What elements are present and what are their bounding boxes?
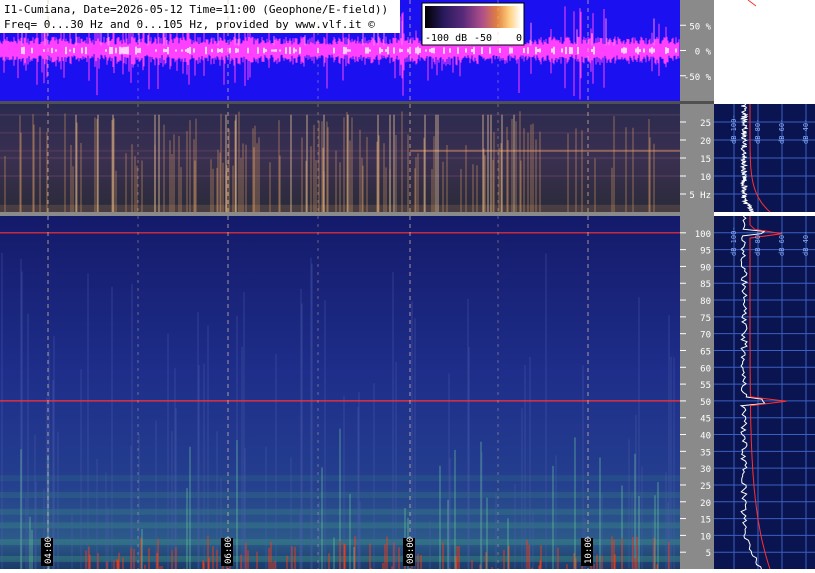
hf-tick-label: 100 bbox=[695, 230, 711, 240]
low-frequency-spectrogram bbox=[0, 104, 680, 215]
hf-tick-label: 90 bbox=[700, 263, 711, 273]
hf-tick-label: 10 bbox=[700, 532, 711, 542]
hf-tick-label: 20 bbox=[700, 499, 711, 509]
time-label-text: 04:00 bbox=[44, 537, 54, 564]
time-label-0: 04:00 bbox=[41, 537, 54, 566]
hf-tick-label: 15 bbox=[700, 516, 711, 526]
lf-tick-label: 20 bbox=[700, 137, 711, 147]
hf-tick-label: 50 bbox=[700, 398, 711, 408]
time-label-3: 10:00 bbox=[581, 537, 594, 566]
colorbar-tick-max: 0 bbox=[516, 33, 522, 44]
waveform-y-axis: 50 % 0 % -50 % bbox=[680, 0, 714, 101]
header-box: I1-Cumiana, Date=2026-05-12 Time=11:00 (… bbox=[0, 0, 400, 33]
lf-tick-label: 15 bbox=[700, 155, 711, 165]
lf-band bbox=[0, 113, 680, 116]
lf-tick-label: 10 bbox=[700, 173, 711, 183]
spectrum-db-label-text: dB 80- bbox=[754, 231, 762, 256]
lf-band bbox=[0, 131, 680, 134]
spectrum-db-label-text: dB 80- bbox=[754, 119, 762, 144]
hf-tick-label: 70 bbox=[700, 331, 711, 341]
spectrum-db-label-text: dB 60- bbox=[778, 231, 786, 256]
spectrum-db-label: dB 40- bbox=[802, 231, 810, 256]
hf-tick-label: 65 bbox=[700, 347, 711, 357]
high-frequency-y-axis: 100 95 90 85 80 75 70 65 60 55 50 45 40 35 30 25 20 15 10 5 bbox=[680, 216, 714, 569]
hf-tick-label: 85 bbox=[700, 280, 711, 290]
waveform-tick-label: 50 % bbox=[689, 22, 711, 32]
spectrogram-chart: I1-Cumiana, Date=2026-05-12 Time=11:00 (… bbox=[0, 0, 815, 570]
colorbar-tick-min: -100 dB bbox=[425, 33, 467, 44]
panel-separator bbox=[0, 101, 714, 104]
spectrum-db-label-text: dB 60- bbox=[778, 119, 786, 144]
time-label-1: 06:00 bbox=[221, 537, 234, 566]
hf-tick-label: 5 bbox=[706, 549, 711, 559]
spectrum-db-label: dB 40- bbox=[802, 119, 810, 144]
colorbar-legend: -100 dB -50 0 bbox=[421, 2, 525, 46]
lf-tick-label: 25 bbox=[700, 119, 711, 129]
spectrum-panel-top-blank bbox=[714, 0, 815, 101]
spectrum-db-label-text: dB 100- bbox=[730, 114, 738, 144]
hf-tick-label: 75 bbox=[700, 314, 711, 324]
spectrum-db-label: dB 100- bbox=[730, 114, 738, 144]
panel-separator-2 bbox=[0, 212, 714, 216]
hf-tick-label: 55 bbox=[700, 381, 711, 391]
header-frequency-info: Freq= 0...30 Hz and 0...105 Hz, provided… bbox=[4, 18, 375, 31]
waveform-tick-label: -50 % bbox=[684, 73, 712, 83]
vlf-spectrogram-display: I1-Cumiana, Date=2026-05-12 Time=11:00 (… bbox=[0, 0, 815, 570]
lf-tick-label: 5 Hz bbox=[689, 191, 711, 201]
spectrum-db-label: dB 80- bbox=[754, 231, 762, 256]
spectrum-db-label: dB 80- bbox=[754, 119, 762, 144]
time-label-text: 08:00 bbox=[406, 537, 416, 564]
hf-tick-label: 25 bbox=[700, 482, 711, 492]
hf-tick-label: 95 bbox=[700, 247, 711, 257]
header-title: I1-Cumiana, Date=2026-05-12 Time=11:00 (… bbox=[4, 3, 388, 16]
spectrum-db-label-text: dB 40- bbox=[802, 231, 810, 256]
hf-tick-label: 40 bbox=[700, 432, 711, 442]
lf-band-bright bbox=[410, 149, 680, 152]
time-label-text: 10:00 bbox=[584, 537, 594, 564]
hf-tick-label: 30 bbox=[700, 465, 711, 475]
colorbar-gradient bbox=[425, 6, 521, 28]
spectrum-db-label: dB 60- bbox=[778, 119, 786, 144]
low-frequency-y-axis: 25 20 15 10 5 Hz bbox=[680, 104, 714, 212]
spectrum-db-label: dB 100- bbox=[730, 226, 738, 256]
spectrum-db-label-text: dB 40- bbox=[802, 119, 810, 144]
high-frequency-spectrogram bbox=[0, 216, 680, 569]
hf-tick-label: 45 bbox=[700, 415, 711, 425]
spectrum-db-label-text: dB 100- bbox=[730, 226, 738, 256]
lf-band bbox=[0, 157, 680, 159]
colorbar-tick-mid: -50 bbox=[474, 33, 492, 44]
time-label-2: 08:00 bbox=[403, 537, 416, 566]
hf-tick-label: 35 bbox=[700, 448, 711, 458]
hf-tick-label: 80 bbox=[700, 297, 711, 307]
spectrum-db-label: dB 60- bbox=[778, 231, 786, 256]
time-label-text: 06:00 bbox=[224, 537, 234, 564]
waveform-tick-label: 0 % bbox=[695, 48, 712, 58]
hf-tick-label: 60 bbox=[700, 364, 711, 374]
